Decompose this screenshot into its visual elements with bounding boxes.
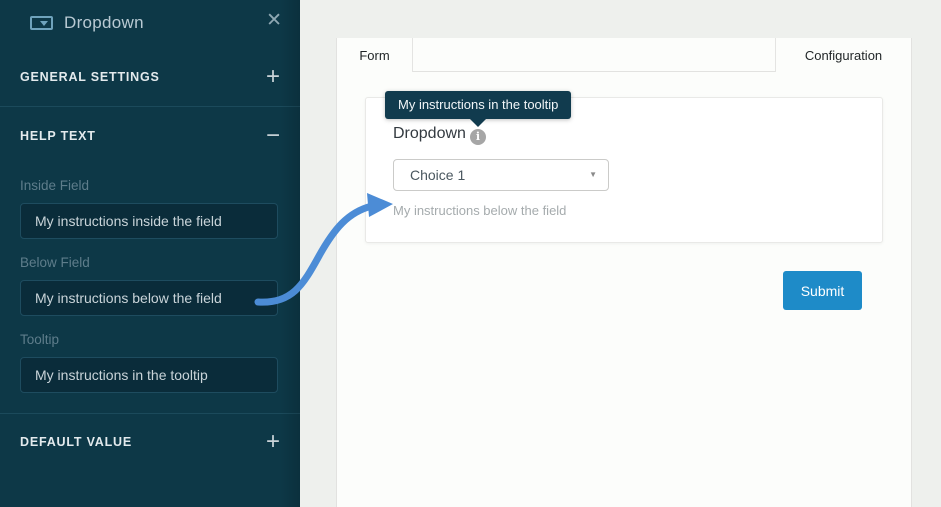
select-value: Choice 1 <box>410 160 465 190</box>
section-label: GENERAL SETTINGS <box>20 70 160 84</box>
inside-field-input[interactable] <box>20 203 278 239</box>
collapse-icon[interactable]: − <box>266 126 280 146</box>
dropdown-field-icon <box>30 16 53 30</box>
preview-field-label: Dropdown <box>393 125 466 143</box>
below-field-label: Below Field <box>20 255 90 270</box>
sidebar-header: Dropdown ✕ <box>0 0 300 48</box>
tab-form[interactable]: Form <box>337 38 413 72</box>
tab-bar: Form Configuration <box>337 38 911 72</box>
tab-spacer <box>413 38 775 72</box>
tab-configuration[interactable]: Configuration <box>775 38 911 72</box>
close-icon[interactable]: ✕ <box>266 10 282 32</box>
sidebar-title: Dropdown <box>64 13 144 33</box>
tooltip-bubble: My instructions in the tooltip <box>385 91 571 119</box>
expand-icon[interactable]: + <box>266 432 280 452</box>
divider <box>0 106 300 107</box>
tooltip-field-input[interactable] <box>20 357 278 393</box>
section-label: DEFAULT VALUE <box>20 435 132 449</box>
info-icon[interactable]: i <box>470 129 486 145</box>
tooltip-field-label: Tooltip <box>20 332 59 347</box>
section-label: HELP TEXT <box>20 129 96 143</box>
select-caret-icon: ▼ <box>589 160 597 190</box>
expand-icon[interactable]: + <box>266 67 280 87</box>
section-help-text[interactable]: HELP TEXT − <box>20 121 280 151</box>
inside-field-label: Inside Field <box>20 178 89 193</box>
below-field-input[interactable] <box>20 280 278 316</box>
choice-select[interactable]: Choice 1 ▼ <box>393 159 609 191</box>
app-window: Dropdown ✕ GENERAL SETTINGS + HELP TEXT … <box>0 0 941 507</box>
submit-button[interactable]: Submit <box>783 271 862 310</box>
divider <box>0 413 300 414</box>
field-settings-sidebar: Dropdown ✕ GENERAL SETTINGS + HELP TEXT … <box>0 0 300 507</box>
section-default-value[interactable]: DEFAULT VALUE + <box>20 427 280 457</box>
tooltip-caret <box>469 118 487 127</box>
below-field-helper-text: My instructions below the field <box>393 203 566 218</box>
section-general-settings[interactable]: GENERAL SETTINGS + <box>20 62 280 92</box>
